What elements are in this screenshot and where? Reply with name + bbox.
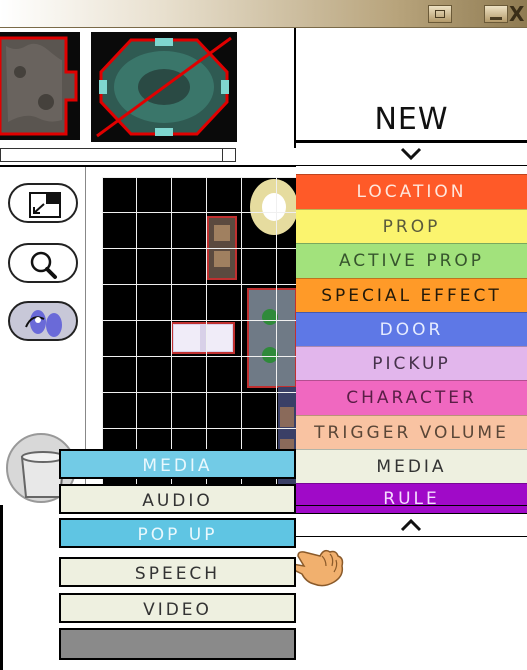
type-item-rule[interactable]: RULE: [296, 483, 527, 513]
type-item-trigger-volume[interactable]: TRIGGER VOLUME: [296, 415, 527, 449]
type-item-door[interactable]: DOOR: [296, 312, 527, 346]
type-item-media[interactable]: MEDIA: [296, 449, 527, 483]
maximize-button[interactable]: [484, 5, 508, 23]
scroll-up-button[interactable]: [296, 513, 527, 537]
magnifier-icon: [30, 251, 57, 279]
scroll-down-button[interactable]: [296, 142, 527, 166]
chevron-up-icon: [400, 518, 422, 532]
media-menu-item-popup[interactable]: POP UP: [59, 518, 296, 548]
expand-icon: [29, 192, 61, 218]
divider: [296, 505, 527, 506]
scrollbar-thumb[interactable]: [222, 148, 236, 162]
close-button[interactable]: X: [509, 3, 527, 25]
media-menu-header[interactable]: MEDIA: [59, 449, 296, 479]
title-bar: X: [0, 0, 527, 28]
minimize-button[interactable]: [428, 5, 452, 23]
thumbnail-scrollbar[interactable]: [0, 148, 236, 162]
tile-thumbnails: [0, 28, 296, 148]
tile-thumbnail-selected[interactable]: [91, 32, 237, 142]
footprints-icon: [25, 310, 62, 337]
type-item-prop[interactable]: PROP: [296, 209, 527, 243]
type-item-pickup[interactable]: PICKUP: [296, 346, 527, 380]
type-item-location[interactable]: LOCATION: [296, 174, 527, 209]
tile-thumbnail[interactable]: [0, 32, 80, 140]
maximize-icon: [490, 17, 502, 20]
media-menu-item-speech[interactable]: SPEECH: [59, 557, 296, 587]
type-item-special-effect[interactable]: SPECIAL EFFECT: [296, 278, 527, 312]
media-menu-item-video[interactable]: VIDEO: [59, 593, 296, 623]
pointing-hand-icon: [296, 549, 344, 587]
expand-view-button[interactable]: [8, 183, 78, 223]
media-menu-item-audio[interactable]: AUDIO: [59, 484, 296, 514]
media-menu-empty-slot: [59, 628, 296, 660]
new-panel-title: NEW: [374, 102, 449, 137]
minimize-icon: [435, 10, 445, 18]
divider: [0, 505, 3, 670]
type-item-active-prop[interactable]: ACTIVE PROP: [296, 243, 527, 278]
type-item-character[interactable]: CHARACTER: [296, 380, 527, 415]
chevron-down-icon: [400, 147, 422, 161]
walk-mode-button[interactable]: [8, 301, 78, 341]
zoom-button[interactable]: [8, 243, 78, 283]
